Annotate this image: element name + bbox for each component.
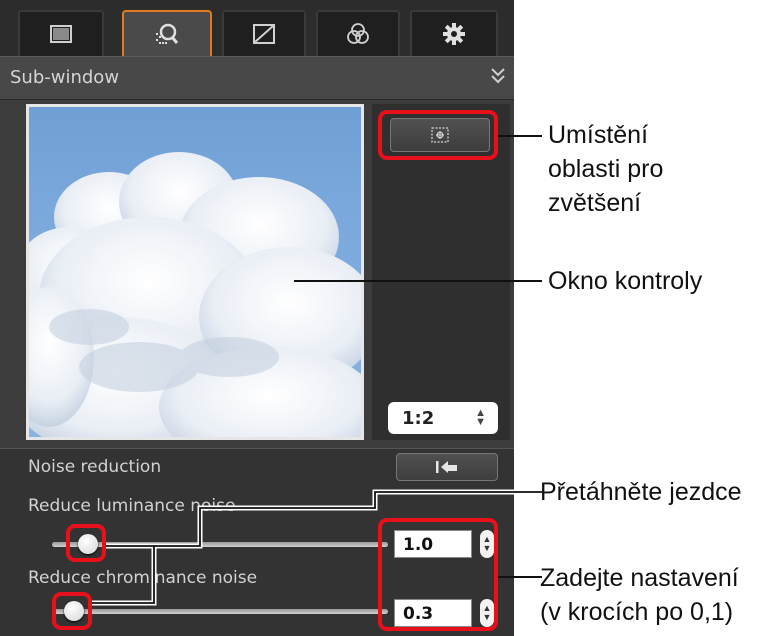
callout-enter-value: Zadejte nastavení (v krocích po 0,1) bbox=[540, 564, 739, 626]
callout-drag-slider: Přetáhněte jezdce bbox=[540, 478, 742, 506]
callout-lines bbox=[92, 135, 542, 606]
callout-preview-window: Okno kontroly bbox=[548, 267, 703, 295]
callout-area-placement: Umístění oblasti pro zvětšení bbox=[548, 121, 664, 217]
